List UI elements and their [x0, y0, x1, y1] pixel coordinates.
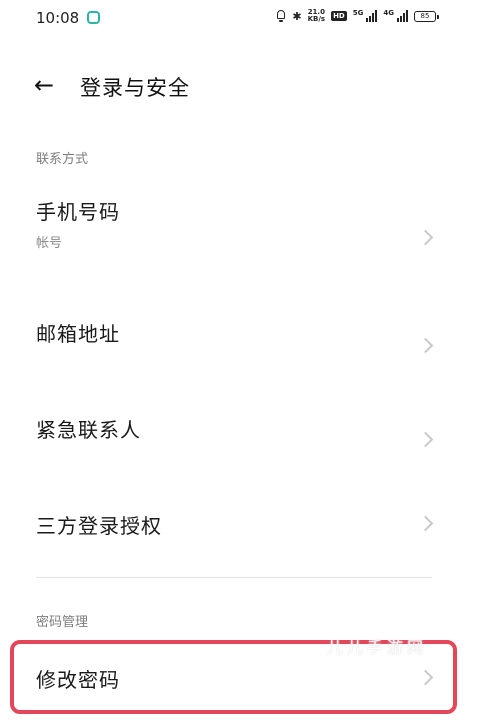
- app-notification-icon: [87, 11, 100, 24]
- section-header-contact: 联系方式: [36, 152, 89, 167]
- chevron-right-icon: [417, 337, 434, 354]
- battery-icon: 85: [414, 10, 439, 22]
- bluetooth-icon: ✱: [292, 9, 302, 23]
- item-sub-account: 帐号: [36, 236, 63, 251]
- page-title: 登录与安全: [80, 76, 190, 100]
- network-speed-unit: KB/s: [307, 15, 326, 23]
- page-header: ← 登录与安全: [0, 62, 480, 110]
- list-item-phone[interactable]: 手机号码 帐号: [0, 180, 480, 280]
- section-header-password: 密码管理: [36, 615, 89, 630]
- watermark: 儿儿手游网: [327, 638, 428, 657]
- list-item-email[interactable]: 邮箱地址: [0, 300, 480, 390]
- list-item-emergency-contact[interactable]: 紧急联系人: [0, 396, 480, 486]
- network-type-2: 4G: [383, 9, 394, 17]
- network-speed: 21.0 KB/s: [308, 9, 325, 23]
- status-indicators: ✱ 21.0 KB/s HD 5G 4G 85: [276, 9, 439, 23]
- chevron-right-icon: [417, 431, 434, 448]
- status-time: 10:08: [36, 9, 80, 27]
- battery-level: 85: [420, 12, 430, 20]
- network-type-1: 5G: [352, 9, 364, 17]
- alarm-icon: [276, 10, 286, 22]
- item-label-email: 邮箱地址: [36, 322, 120, 346]
- signal-icon: [366, 10, 378, 22]
- list-item-third-party-auth[interactable]: 三方登录授权: [0, 490, 480, 574]
- hd-badge: HD: [331, 11, 347, 21]
- section-divider: [36, 577, 432, 578]
- signal-icon-2: [397, 10, 408, 22]
- chevron-right-icon: [417, 515, 434, 532]
- item-label-third-party-auth: 三方登录授权: [36, 514, 162, 538]
- item-label-phone: 手机号码: [36, 200, 120, 224]
- item-label-emergency-contact: 紧急联系人: [36, 418, 141, 442]
- chevron-right-icon: [417, 229, 434, 246]
- status-bar: 10:08 ✱ 21.0 KB/s HD 5G 4G 85: [0, 0, 480, 40]
- back-arrow-icon[interactable]: ←: [28, 70, 60, 102]
